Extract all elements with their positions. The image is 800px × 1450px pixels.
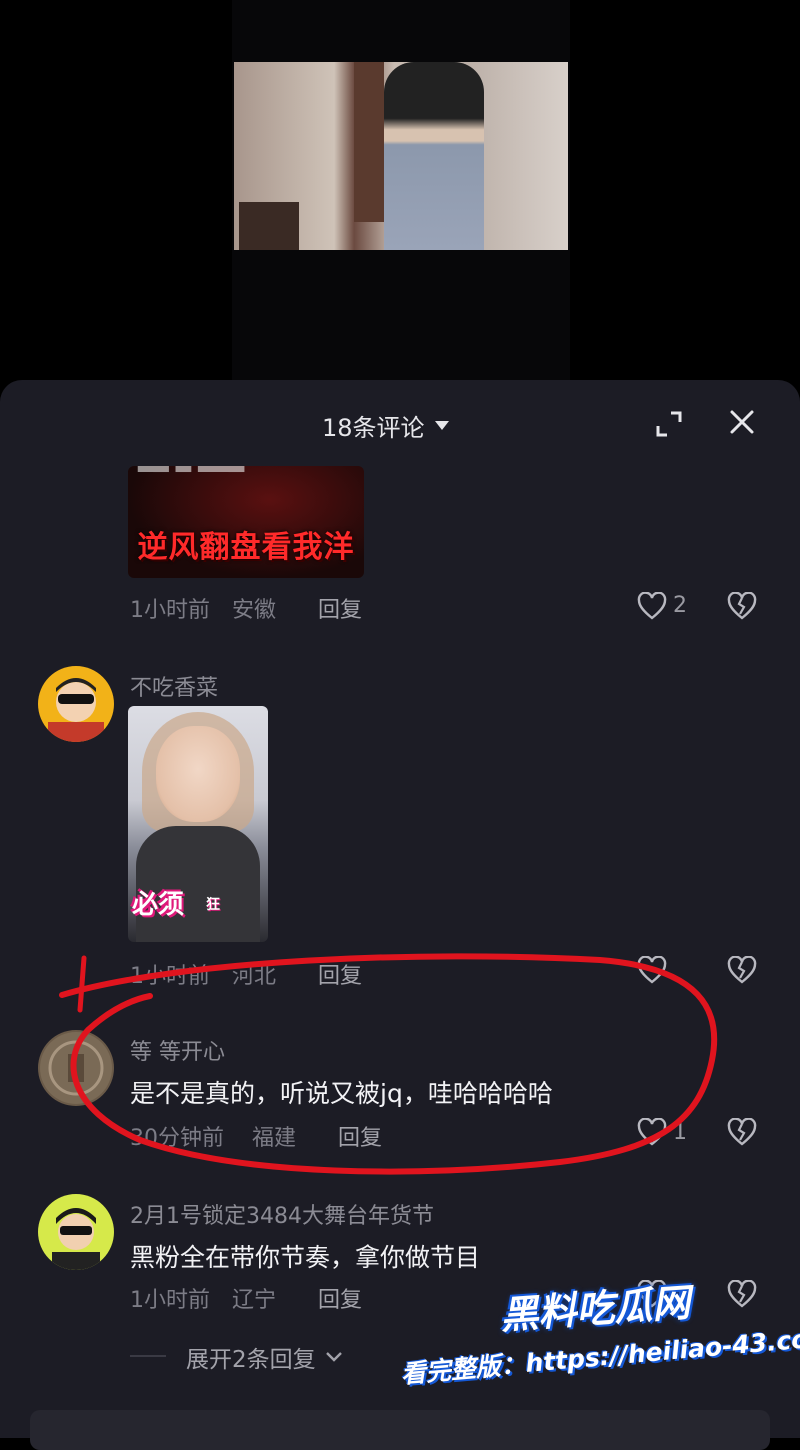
comment-gif-image[interactable]: 必须 狂	[128, 706, 268, 942]
comment-count-label: 18条评论	[322, 414, 425, 442]
caret-down-icon	[434, 421, 449, 430]
comment-region: 福建	[252, 1126, 297, 1151]
video-person	[384, 62, 484, 250]
reply-button[interactable]: 回复	[318, 1282, 362, 1314]
comment-panel-header: 18条评论	[0, 380, 800, 466]
like-count: 1	[673, 1120, 687, 1145]
comment-username[interactable]: 不吃香菜	[130, 670, 218, 702]
comment-username[interactable]: 2月1号锁定3484大舞台年货节	[130, 1198, 434, 1230]
dislike-heart-icon[interactable]	[727, 592, 757, 620]
comment-time: 30分钟前	[130, 1126, 224, 1151]
video-thumbnail[interactable]	[234, 62, 568, 250]
comment-content: 黑粉全在带你节奏，拿你做节目	[130, 1243, 481, 1272]
comment-time: 1小时前	[130, 964, 210, 989]
comment-input-bar[interactable]	[30, 1410, 770, 1450]
expand-replies-label: 展开2条回复	[186, 1347, 316, 1373]
dislike-heart-icon[interactable]	[727, 1280, 757, 1308]
comment-time: 1小时前	[130, 598, 210, 623]
reply-button[interactable]: 回复	[338, 1120, 382, 1152]
expand-replies-button[interactable]: 展开2条回复	[186, 1340, 344, 1374]
expand-divider	[130, 1355, 166, 1357]
comment-sticker[interactable]: ▀▀ ▀ ▀▀▀ 逆风翻盘看我洋	[128, 466, 364, 578]
avatar[interactable]	[38, 666, 114, 742]
comment-username[interactable]: 等 等开心	[130, 1034, 225, 1066]
heart-icon[interactable]	[637, 1118, 667, 1146]
avatar-coin-icon	[40, 1032, 112, 1104]
dislike-heart-icon[interactable]	[727, 956, 757, 984]
comment-region: 辽宁	[232, 1288, 277, 1313]
comment-region: 安徽	[232, 598, 277, 623]
video-player[interactable]	[0, 0, 800, 382]
reply-button[interactable]: 回复	[318, 592, 362, 624]
chevron-down-icon	[325, 1352, 342, 1362]
video-door	[354, 62, 384, 222]
avatar[interactable]	[38, 1194, 114, 1270]
comment-region: 河北	[232, 964, 277, 989]
sticker-text: 逆风翻盘看我洋	[137, 530, 355, 565]
sticker-top-decoration: ▀▀ ▀ ▀▀▀	[138, 466, 245, 484]
avatar-cartoon-icon	[52, 1208, 100, 1270]
avatar-cartoon-icon	[48, 678, 104, 742]
gif-caption: 必须	[132, 890, 185, 920]
heart-icon[interactable]	[637, 592, 667, 620]
comment-content: 是不是真的，听说又被jq，哇哈哈哈哈	[130, 1079, 553, 1108]
reply-button[interactable]: 回复	[318, 958, 362, 990]
comment-time: 1小时前	[130, 1288, 210, 1313]
close-icon[interactable]	[728, 408, 756, 436]
video-chair	[239, 202, 299, 250]
heart-icon[interactable]	[637, 956, 667, 984]
like-count: 2	[673, 593, 687, 618]
gif-face	[156, 726, 240, 822]
gif-caption-small: 狂	[206, 897, 220, 913]
comment-count-dropdown[interactable]: 18条评论	[322, 408, 449, 443]
expand-icon[interactable]	[655, 410, 683, 438]
dislike-heart-icon[interactable]	[727, 1118, 757, 1146]
avatar[interactable]	[38, 1030, 114, 1106]
